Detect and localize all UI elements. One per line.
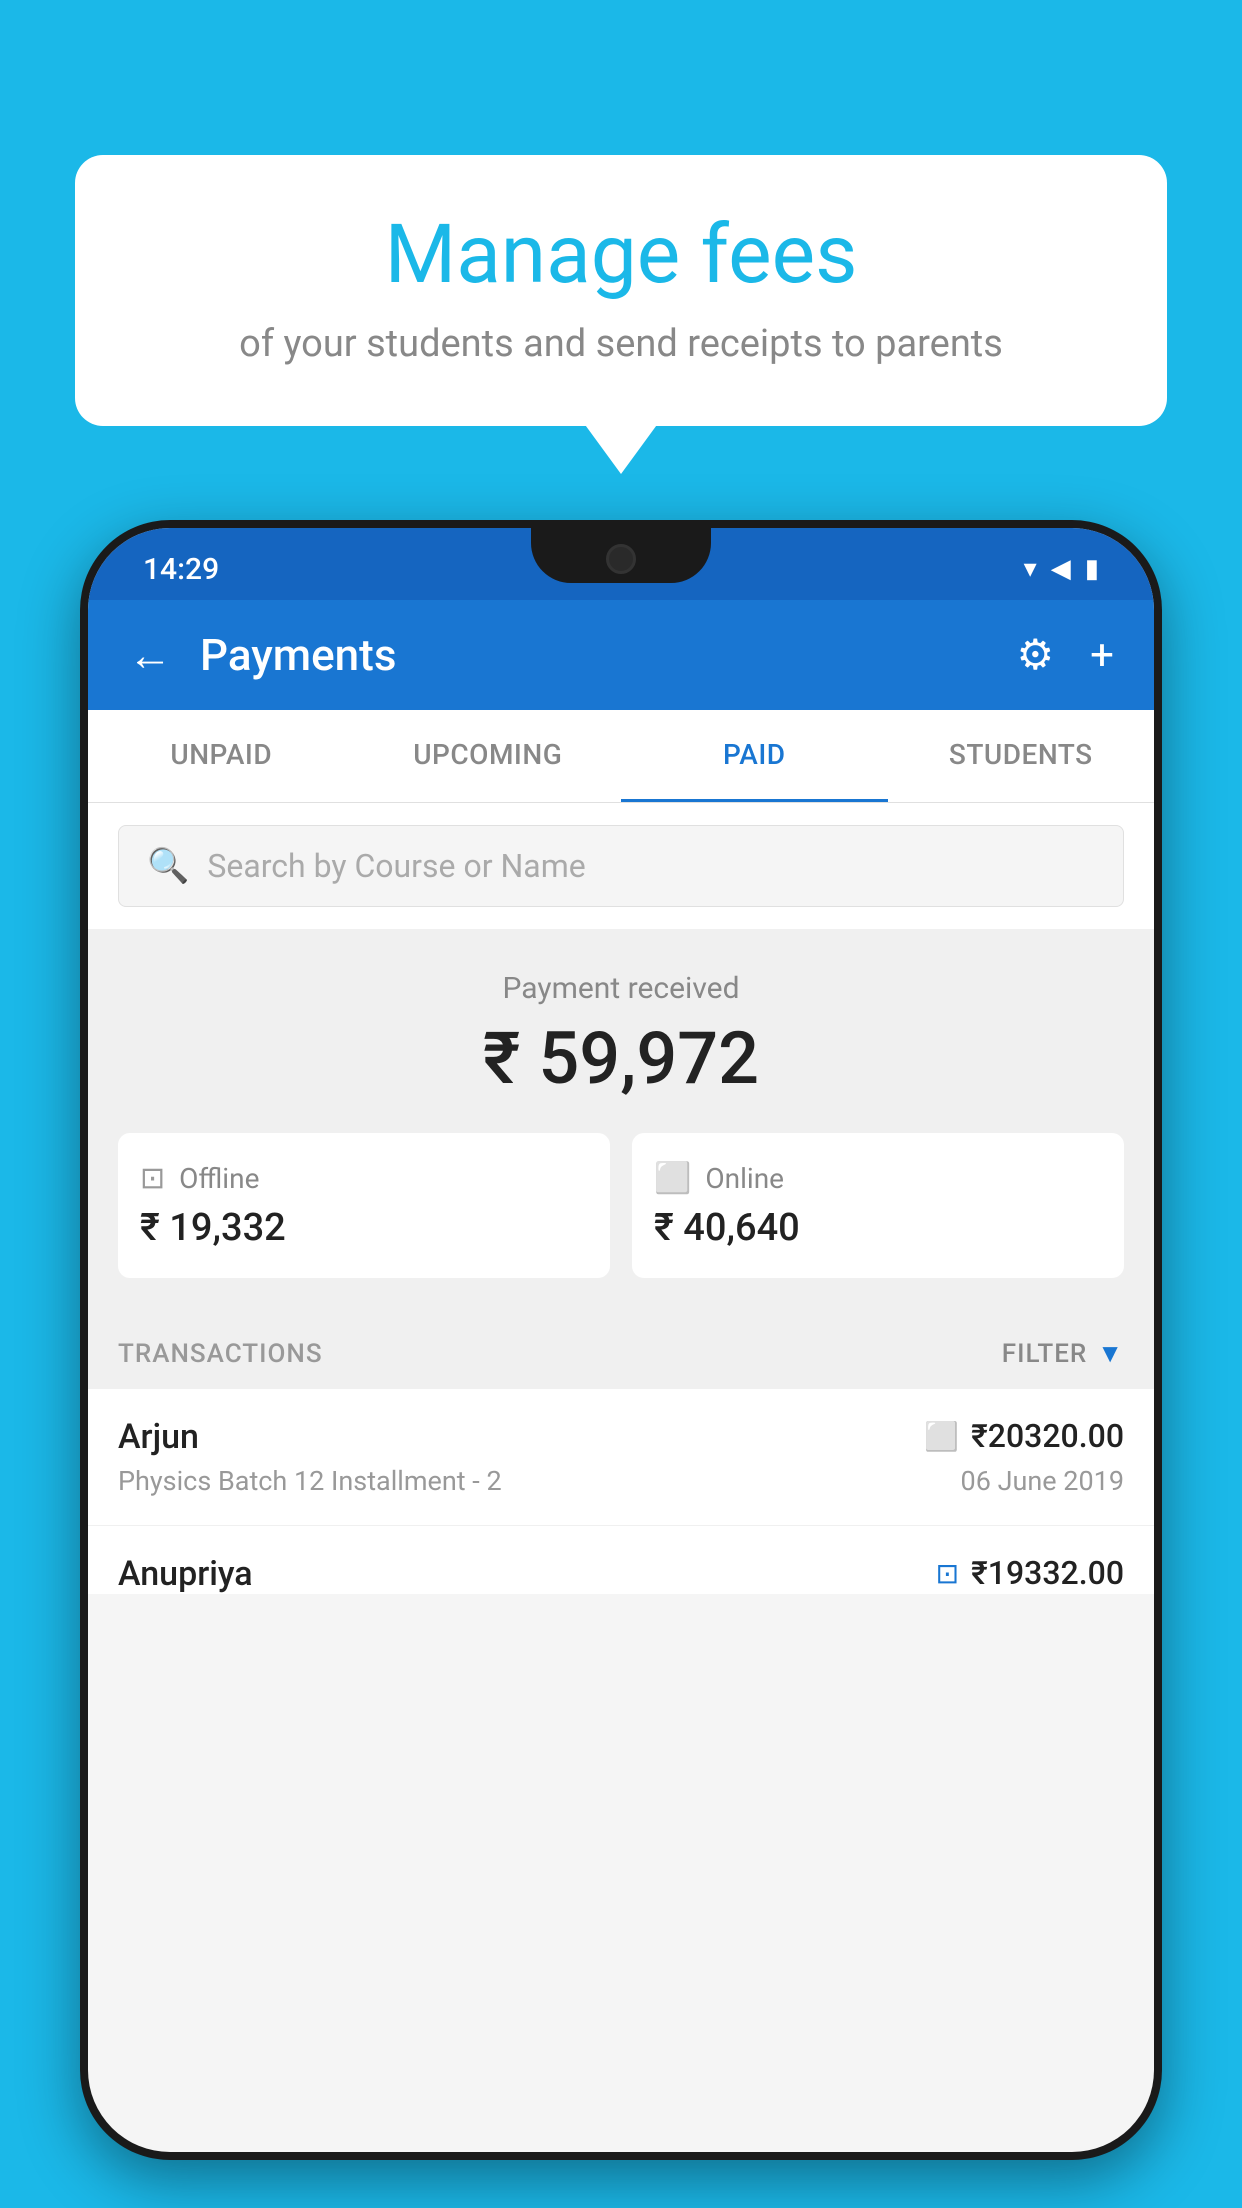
wifi-icon: ▾ xyxy=(1024,554,1037,584)
transaction-name-2: Anupriya xyxy=(118,1554,253,1594)
online-payment-icon: ⬜ xyxy=(924,1420,959,1453)
filter-label: FILTER xyxy=(1002,1339,1087,1369)
search-bar[interactable]: 🔍 Search by Course or Name xyxy=(118,825,1124,907)
transaction-desc: Physics Batch 12 Installment - 2 xyxy=(118,1465,502,1497)
offline-amount: ₹ 19,332 xyxy=(140,1206,588,1250)
offline-icon: ⊡ xyxy=(140,1161,165,1196)
transaction-row[interactable]: Arjun ⬜ ₹20320.00 Physics Batch 12 Insta… xyxy=(88,1389,1154,1526)
back-button[interactable]: ← xyxy=(128,629,172,681)
tabs-bar: UNPAID UPCOMING PAID STUDENTS xyxy=(88,710,1154,803)
offline-label: Offline xyxy=(179,1162,259,1195)
tab-upcoming[interactable]: UPCOMING xyxy=(355,710,622,802)
transaction-amount-row-2: ⊡ ₹19332.00 xyxy=(936,1554,1124,1592)
tab-students[interactable]: STUDENTS xyxy=(888,710,1155,802)
payment-amount: ₹ 59,972 xyxy=(118,1016,1124,1101)
battery-icon: ▮ xyxy=(1085,554,1099,584)
payment-cards: ⊡ Offline ₹ 19,332 ⬜ Online ₹ 40,640 xyxy=(118,1133,1124,1278)
phone-frame: 14:29 ▾ ◀ ▮ ← Payments ⚙ + UNPAID UPCO xyxy=(80,520,1162,2160)
offline-payment-icon: ⊡ xyxy=(936,1557,959,1590)
signal-icon: ◀ xyxy=(1051,554,1071,584)
bubble-title: Manage fees xyxy=(135,210,1107,300)
search-container: 🔍 Search by Course or Name xyxy=(88,803,1154,929)
transaction-amount-2: ₹19332.00 xyxy=(971,1554,1124,1592)
transaction-top-2: Anupriya ⊡ ₹19332.00 xyxy=(118,1554,1124,1594)
transaction-date: 06 June 2019 xyxy=(961,1465,1124,1497)
search-icon: 🔍 xyxy=(147,846,189,886)
online-card: ⬜ Online ₹ 40,640 xyxy=(632,1133,1124,1278)
app-bar: ← Payments ⚙ + xyxy=(88,600,1154,710)
tab-paid[interactable]: PAID xyxy=(621,710,888,802)
transaction-amount: ₹20320.00 xyxy=(971,1417,1124,1455)
phone-screen: 14:29 ▾ ◀ ▮ ← Payments ⚙ + UNPAID UPCO xyxy=(88,528,1154,2152)
online-amount: ₹ 40,640 xyxy=(654,1206,1102,1250)
speech-bubble: Manage fees of your students and send re… xyxy=(75,155,1167,426)
phone-notch xyxy=(531,528,711,583)
transaction-top: Arjun ⬜ ₹20320.00 xyxy=(118,1417,1124,1457)
status-time: 14:29 xyxy=(143,552,219,587)
transaction-name: Arjun xyxy=(118,1417,199,1457)
search-input[interactable]: Search by Course or Name xyxy=(207,847,585,885)
add-button[interactable]: + xyxy=(1090,631,1114,680)
transaction-amount-row: ⬜ ₹20320.00 xyxy=(924,1417,1124,1455)
app-bar-actions: ⚙ + xyxy=(1017,630,1115,680)
bubble-subtitle: of your students and send receipts to pa… xyxy=(135,322,1107,366)
online-icon: ⬜ xyxy=(654,1161,691,1196)
online-card-header: ⬜ Online xyxy=(654,1161,1102,1196)
payment-section: Payment received ₹ 59,972 ⊡ Offline ₹ 19… xyxy=(88,929,1154,1308)
transactions-label: TRANSACTIONS xyxy=(118,1339,323,1369)
app-bar-title: Payments xyxy=(200,629,989,681)
transaction-row-partial[interactable]: Anupriya ⊡ ₹19332.00 xyxy=(88,1526,1154,1594)
online-label: Online xyxy=(705,1162,784,1195)
tab-unpaid[interactable]: UNPAID xyxy=(88,710,355,802)
offline-card-header: ⊡ Offline xyxy=(140,1161,588,1196)
status-icons: ▾ ◀ ▮ xyxy=(1024,554,1099,584)
payment-label: Payment received xyxy=(118,971,1124,1006)
phone-container: 14:29 ▾ ◀ ▮ ← Payments ⚙ + UNPAID UPCO xyxy=(80,520,1162,2208)
transactions-header: TRANSACTIONS FILTER ▼ xyxy=(88,1308,1154,1389)
camera xyxy=(606,544,636,574)
transaction-bottom: Physics Batch 12 Installment - 2 06 June… xyxy=(118,1465,1124,1497)
filter-icon: ▼ xyxy=(1097,1338,1124,1369)
filter-button[interactable]: FILTER ▼ xyxy=(1002,1338,1124,1369)
offline-card: ⊡ Offline ₹ 19,332 xyxy=(118,1133,610,1278)
settings-button[interactable]: ⚙ xyxy=(1017,630,1055,680)
